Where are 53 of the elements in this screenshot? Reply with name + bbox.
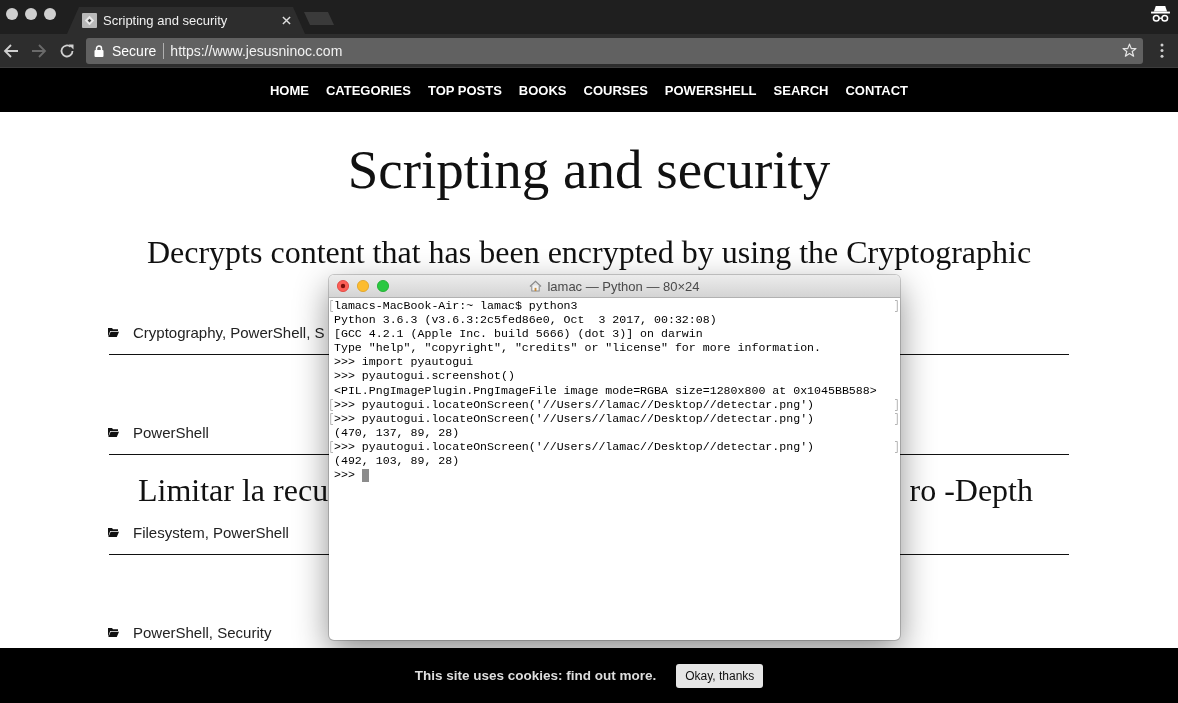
close-icon[interactable] — [337, 280, 349, 292]
terminal-line: Python 3.6.3 (v3.6.3:2c5fed86e0, Oct 3 2017, 00:32:08) — [334, 313, 717, 328]
home-icon — [529, 280, 543, 292]
folder-icon — [108, 327, 119, 337]
square-logo-icon — [82, 13, 97, 28]
maximize-icon[interactable] — [44, 8, 56, 20]
folder-icon — [108, 627, 119, 637]
forward-icon[interactable] — [31, 42, 47, 59]
terminal-line: lamacs-MacBook-Air:~ lamac$ python3 — [334, 299, 578, 314]
folder-icon — [108, 427, 119, 437]
nav-link[interactable]: COURSES — [583, 82, 648, 98]
terminal-line: Type "help", "copyright", "credits" or "license" for more information. — [334, 341, 822, 356]
star-icon[interactable] — [1122, 43, 1137, 58]
post-title[interactable]: Decrypts content that has been encrypted by using the Cryptographic — [146, 233, 1032, 271]
menu-icon[interactable] — [1160, 43, 1164, 58]
post-title[interactable]: ro -Depth — [909, 471, 1033, 509]
nav-link[interactable]: BOOKS — [518, 82, 567, 98]
post-categories: PowerShell — [133, 423, 209, 441]
post-categories: Cryptography, PowerShell, S — [133, 323, 325, 341]
incognito-icon — [1151, 5, 1170, 22]
post-categories: PowerShell, Security — [133, 623, 272, 641]
page-title: Scripting and security — [346, 140, 832, 200]
terminal-line: >>> pyautogui.locateOnScreen('//Users//lamac//Desktop//detectar.png') — [334, 439, 815, 455]
nav-link[interactable]: TOP POSTS — [427, 82, 502, 98]
cookie-message: This site uses cookies: find out more. — [414, 668, 657, 683]
terminal-title: lamac — Python — 80×24 — [547, 278, 700, 294]
cookie-accept-button[interactable]: Okay, thanks — [676, 663, 764, 688]
address-bar[interactable]: Secure https://www.jesusninoc.com — [86, 37, 1143, 64]
back-icon[interactable] — [3, 42, 19, 59]
terminal-line: >>> pyautogui.locateOnScreen('//Users//lamac//Desktop//detectar.png') — [334, 411, 815, 426]
terminal-line: >>> import pyautogui — [334, 355, 474, 370]
nav-link[interactable]: HOME — [269, 82, 309, 98]
folder-icon — [108, 527, 119, 537]
terminal-line: >>> pyautogui.screenshot() — [334, 369, 515, 384]
url-text: https://www.jesusninoc.com — [170, 42, 343, 59]
close-icon[interactable] — [6, 8, 18, 20]
terminal-line: (470, 137, 89, 28) — [334, 425, 460, 440]
nav-link[interactable]: CONTACT — [845, 82, 909, 98]
lock-icon — [94, 44, 104, 57]
security-label: Secure — [112, 42, 157, 59]
terminal-line: [GCC 4.2.1 (Apple Inc. build 5666) (dot 3)] on darwin — [334, 327, 703, 342]
post-categories: Filesystem, PowerShell — [133, 523, 289, 541]
reload-icon[interactable] — [59, 42, 75, 59]
nav-link[interactable]: CATEGORIES — [325, 82, 411, 98]
terminal-line: >>> pyautogui.locateOnScreen('//Users//lamac//Desktop//detectar.png') — [334, 397, 815, 412]
minimize-icon[interactable] — [25, 8, 37, 20]
terminal-line: <PIL.PngImagePlugin.PngImageFile image mode=RGBA size=1280x800 at 0x1045BB588> — [334, 383, 877, 398]
terminal-prompt: >>> — [334, 468, 355, 483]
post-title[interactable]: Limitar la recu — [138, 471, 329, 509]
terminal-line: (492, 103, 89, 28) — [334, 454, 460, 469]
nav-link[interactable]: SEARCH — [773, 82, 829, 98]
nav-link[interactable]: POWERSHELL — [664, 82, 757, 98]
browser-tab[interactable]: Scripting and security — [67, 7, 305, 34]
